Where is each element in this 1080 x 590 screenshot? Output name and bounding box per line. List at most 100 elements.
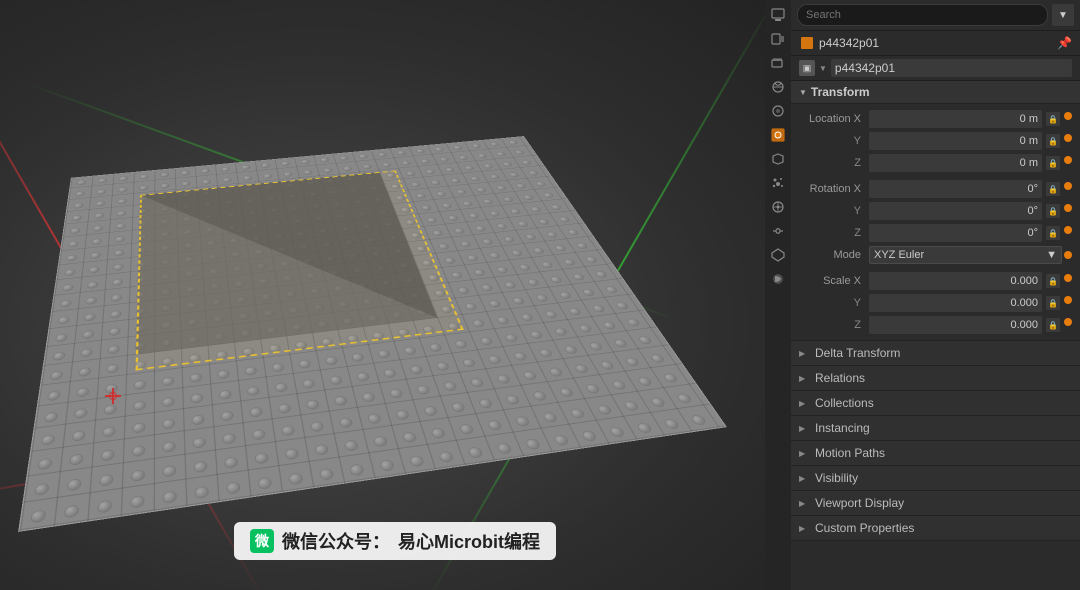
transform-section-content: Location X 🔒 Y 🔒 Z 🔒	[791, 104, 1080, 341]
scene-icon[interactable]	[767, 76, 789, 98]
constraints-icon[interactable]	[767, 220, 789, 242]
rotation-x-lock-btn[interactable]: 🔒	[1046, 182, 1060, 196]
location-x-icons: 🔒	[1046, 112, 1072, 126]
crosshair-inner	[109, 392, 117, 400]
properties-menu-button[interactable]: ▼	[1052, 4, 1074, 26]
transform-section-title: Transform	[811, 85, 870, 99]
collections-section: ▶ Collections	[791, 391, 1080, 416]
view-layer-icon[interactable]	[767, 52, 789, 74]
properties-panel: ▼ 📌 ▣ ▼ ▼ Transform Location X 🔒	[790, 0, 1080, 590]
location-y-input[interactable]	[869, 132, 1042, 150]
location-x-input[interactable]	[869, 110, 1042, 128]
transform-section-header[interactable]: ▼ Transform	[791, 81, 1080, 104]
motion-paths-title: Motion Paths	[815, 446, 885, 460]
rotation-x-row: Rotation X 🔒	[791, 178, 1080, 200]
material-icon[interactable]	[767, 268, 789, 290]
properties-header: ▼	[791, 0, 1080, 31]
relations-arrow: ▶	[799, 374, 809, 383]
custom-properties-title: Custom Properties	[815, 521, 914, 535]
rotation-x-input[interactable]	[869, 180, 1042, 198]
object-type-icon	[799, 35, 815, 51]
delta-transform-header[interactable]: ▶ Delta Transform	[791, 341, 1080, 365]
relations-title: Relations	[815, 371, 865, 385]
rotation-y-icons: 🔒	[1046, 204, 1072, 218]
sidebar-icon-strip	[765, 0, 791, 590]
location-y-row: Y 🔒	[791, 130, 1080, 152]
watermark-prefix: 微信公众号：	[282, 528, 390, 554]
location-y-lock-btn[interactable]: 🔒	[1046, 134, 1060, 148]
location-x-dot	[1064, 112, 1072, 120]
scale-y-input[interactable]	[869, 294, 1042, 312]
mode-label: Mode	[799, 249, 869, 261]
collections-header[interactable]: ▶ Collections	[791, 391, 1080, 415]
scale-x-lock-btn[interactable]: 🔒	[1046, 274, 1060, 288]
visibility-header[interactable]: ▶ Visibility	[791, 466, 1080, 490]
wechat-icon: 微	[250, 529, 274, 553]
data-block-name-input[interactable]	[831, 59, 1072, 77]
scale-x-input[interactable]	[869, 272, 1042, 290]
location-y-label: Y	[799, 135, 869, 147]
particles-icon[interactable]	[767, 172, 789, 194]
physics-icon[interactable]	[767, 196, 789, 218]
collections-arrow: ▶	[799, 399, 809, 408]
rotation-y-dot	[1064, 204, 1072, 212]
modifier-icon[interactable]	[767, 148, 789, 170]
scale-x-dot	[1064, 274, 1072, 282]
mesh-type-icon: ▣	[799, 60, 815, 76]
motion-paths-section: ▶ Motion Paths	[791, 441, 1080, 466]
3d-viewport[interactable]: 微 微信公众号： 易心Microbit编程	[0, 0, 790, 590]
instancing-header[interactable]: ▶ Instancing	[791, 416, 1080, 440]
dropdown-arrow[interactable]: ▼	[819, 64, 827, 73]
location-y-dot	[1064, 134, 1072, 142]
delta-transform-section: ▶ Delta Transform	[791, 341, 1080, 366]
render-icon[interactable]	[767, 4, 789, 26]
delta-transform-arrow: ▶	[799, 349, 809, 358]
scale-y-lock-btn[interactable]: 🔒	[1046, 296, 1060, 310]
delta-transform-title: Delta Transform	[815, 346, 900, 360]
rotation-mode-row: Mode XYZ Euler ▼	[791, 244, 1080, 266]
rotation-x-icons: 🔒	[1046, 182, 1072, 196]
location-y-icons: 🔒	[1046, 134, 1072, 148]
visibility-arrow: ▶	[799, 474, 809, 483]
instancing-arrow: ▶	[799, 424, 809, 433]
properties-search[interactable]	[797, 4, 1048, 26]
location-x-label: Location X	[799, 113, 869, 125]
rotation-y-label: Y	[799, 205, 869, 217]
viewport-display-header[interactable]: ▶ Viewport Display	[791, 491, 1080, 515]
scale-x-icons: 🔒	[1046, 274, 1072, 288]
scale-z-icons: 🔒	[1046, 318, 1072, 332]
rotation-y-lock-btn[interactable]: 🔒	[1046, 204, 1060, 218]
scale-z-input[interactable]	[869, 316, 1042, 334]
custom-properties-arrow: ▶	[799, 524, 809, 533]
rotation-y-input[interactable]	[869, 202, 1042, 220]
output-icon[interactable]	[767, 28, 789, 50]
watermark-text: 易心Microbit编程	[398, 528, 540, 554]
location-z-row: Z 🔒	[791, 152, 1080, 174]
location-x-lock-btn[interactable]: 🔒	[1046, 112, 1060, 126]
location-z-lock-btn[interactable]: 🔒	[1046, 156, 1060, 170]
scale-y-row: Y 🔒	[791, 292, 1080, 314]
rotation-x-dot	[1064, 182, 1072, 190]
custom-properties-header[interactable]: ▶ Custom Properties	[791, 516, 1080, 540]
rotation-y-row: Y 🔒	[791, 200, 1080, 222]
object-data-icon[interactable]	[767, 244, 789, 266]
object-name-input[interactable]	[819, 36, 1053, 50]
scale-y-label: Y	[799, 297, 869, 309]
rotation-z-lock-btn[interactable]: 🔒	[1046, 226, 1060, 240]
viewport-display-section: ▶ Viewport Display	[791, 491, 1080, 516]
visibility-title: Visibility	[815, 471, 858, 485]
scale-x-row: Scale X 🔒	[791, 270, 1080, 292]
object-name-row: 📌	[791, 31, 1080, 56]
object-properties-icon[interactable]	[767, 124, 789, 146]
location-z-input[interactable]	[869, 154, 1042, 172]
rotation-z-input[interactable]	[869, 224, 1042, 242]
viewport-display-arrow: ▶	[799, 499, 809, 508]
relations-header[interactable]: ▶ Relations	[791, 366, 1080, 390]
world-icon[interactable]	[767, 100, 789, 122]
rotation-mode-dropdown[interactable]: XYZ Euler ▼	[869, 246, 1062, 264]
scale-z-lock-btn[interactable]: 🔒	[1046, 318, 1060, 332]
pin-icon[interactable]: 📌	[1057, 36, 1072, 50]
rotation-z-icons: 🔒	[1046, 226, 1072, 240]
scale-z-dot	[1064, 318, 1072, 326]
motion-paths-header[interactable]: ▶ Motion Paths	[791, 441, 1080, 465]
